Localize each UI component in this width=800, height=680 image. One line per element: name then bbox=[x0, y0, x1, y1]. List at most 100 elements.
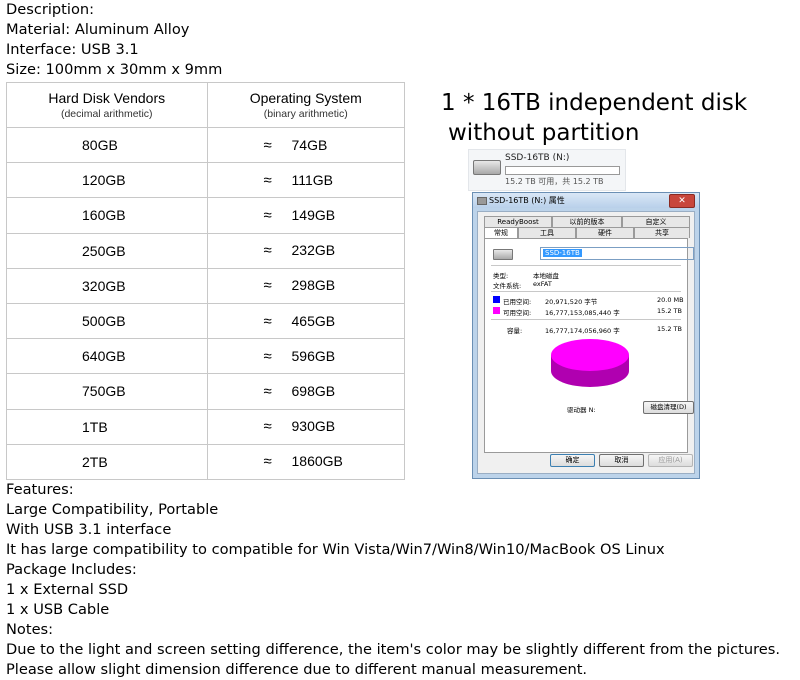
notes-line: Please allow slight dimension difference… bbox=[6, 661, 588, 678]
drive-tile[interactable]: SSD-16TB (N:) 15.2 TB 可用，共 15.2 TB bbox=[468, 149, 626, 191]
drive-tile-name: SSD-16TB (N:) bbox=[505, 153, 570, 163]
vendor-column-header: Hard Disk Vendors (decimal arithmetic) bbox=[6, 82, 208, 128]
disk-usage-pie bbox=[551, 339, 629, 387]
vendor-cell: 500GB bbox=[6, 302, 208, 340]
size-line: Size: 100mm x 30mm x 9mm bbox=[6, 61, 223, 78]
table-row: 80GB ≈74GB bbox=[6, 126, 406, 164]
os-cell: ≈74GB bbox=[206, 126, 406, 164]
description-heading: Description: bbox=[6, 1, 95, 18]
features-line: Large Compatibility, Portable bbox=[6, 501, 219, 518]
table-row: 160GB ≈149GB bbox=[6, 197, 406, 234]
drive-tile-free: 15.2 TB 可用，共 15.2 TB bbox=[505, 177, 604, 186]
capacity-label: 容量: bbox=[507, 327, 523, 335]
vendor-cell: 320GB bbox=[6, 267, 208, 304]
os-value: 149GB bbox=[291, 206, 336, 223]
table-row: 120GB ≈111GB bbox=[6, 162, 406, 199]
table-row: 750GB ≈698GB bbox=[6, 373, 406, 410]
vendor-cell: 120GB bbox=[6, 162, 208, 199]
os-value: 298GB bbox=[291, 277, 336, 294]
type-value: 本地磁盘 bbox=[533, 272, 559, 280]
os-cell: ≈298GB bbox=[206, 267, 406, 304]
vendor-cell: 2TB bbox=[6, 443, 208, 480]
approx-symbol: ≈ bbox=[263, 312, 272, 330]
approx-symbol: ≈ bbox=[263, 347, 272, 365]
os-cell: ≈465GB bbox=[206, 302, 406, 340]
headline-line2: without partition bbox=[448, 120, 640, 146]
divider bbox=[491, 291, 681, 292]
os-value: 698GB bbox=[291, 382, 336, 399]
features-heading: Features: bbox=[6, 481, 74, 498]
drive-title-icon bbox=[477, 197, 487, 205]
dialog-title: SSD-16TB (N:) 属性 bbox=[489, 196, 565, 205]
os-value: 465GB bbox=[291, 312, 336, 329]
free-space-bytes: 16,777,153,085,440 字 bbox=[545, 309, 620, 317]
drive-letter-label: 驱动器 N: bbox=[567, 406, 596, 414]
capacity-size: 15.2 TB bbox=[657, 325, 682, 333]
material-line: Material: Aluminum Alloy bbox=[6, 21, 190, 38]
general-panel: SSD-16TB 类型: 本地磁盘 文件系统: exFAT 已用空间: 20,9… bbox=[484, 238, 694, 453]
approx-symbol: ≈ bbox=[263, 171, 272, 189]
vendor-header-sub: (decimal arithmetic) bbox=[60, 108, 153, 120]
table-row: 640GB ≈596GB bbox=[6, 338, 406, 375]
package-item: 1 x USB Cable bbox=[6, 601, 110, 618]
table-row: 1TB ≈930GB bbox=[6, 408, 406, 445]
vendor-cell: 640GB bbox=[6, 338, 208, 375]
used-space-size: 20.0 MB bbox=[657, 296, 684, 304]
dialog-body: ReadyBoost 以前的版本 自定义 常规 工具 硬件 共享 SSD-16T… bbox=[477, 211, 695, 474]
close-button[interactable]: ✕ bbox=[669, 194, 695, 208]
disk-cleanup-button[interactable]: 磁盘清理(D) bbox=[643, 401, 694, 414]
approx-symbol: ≈ bbox=[263, 418, 272, 436]
cancel-button[interactable]: 取消 bbox=[599, 454, 644, 467]
tab-previous-versions[interactable]: 以前的版本 bbox=[552, 216, 622, 227]
used-space-bytes: 20,971,520 字节 bbox=[545, 298, 598, 306]
os-value: 930GB bbox=[291, 418, 336, 435]
features-line: With USB 3.1 interface bbox=[6, 521, 172, 538]
approx-symbol: ≈ bbox=[263, 242, 272, 260]
os-cell: ≈149GB bbox=[206, 197, 406, 234]
table-row: 500GB ≈465GB bbox=[6, 302, 406, 340]
free-space-size: 15.2 TB bbox=[657, 307, 682, 315]
tab-sharing[interactable]: 共享 bbox=[634, 227, 690, 238]
os-cell: ≈1860GB bbox=[206, 443, 406, 480]
tab-tools[interactable]: 工具 bbox=[518, 227, 576, 238]
vendor-cell: 160GB bbox=[6, 197, 208, 234]
os-cell: ≈596GB bbox=[206, 338, 406, 375]
os-cell: ≈232GB bbox=[206, 232, 406, 269]
pie-top bbox=[551, 339, 629, 371]
package-item: 1 x External SSD bbox=[6, 581, 129, 598]
divider bbox=[491, 319, 681, 320]
volume-name-input[interactable]: SSD-16TB bbox=[540, 247, 694, 260]
approx-symbol: ≈ bbox=[263, 382, 272, 400]
tab-customize[interactable]: 自定义 bbox=[622, 216, 690, 227]
tab-general[interactable]: 常规 bbox=[484, 227, 518, 238]
headline-line1: 1 * 16TB independent disk bbox=[441, 90, 748, 116]
notes-heading: Notes: bbox=[6, 621, 54, 638]
os-header-sub: (binary arithmetic) bbox=[263, 108, 348, 120]
free-space-swatch bbox=[493, 307, 500, 314]
tab-row-1: ReadyBoost 以前的版本 自定义 bbox=[484, 216, 690, 227]
ok-button[interactable]: 确定 bbox=[550, 454, 595, 467]
vendor-header-title: Hard Disk Vendors bbox=[48, 90, 166, 106]
used-space-swatch bbox=[493, 296, 500, 303]
capacity-bytes: 16,777,174,056,960 字 bbox=[545, 327, 620, 335]
volume-name-value: SSD-16TB bbox=[543, 249, 582, 257]
drive-usage-bar bbox=[505, 166, 620, 175]
approx-symbol: ≈ bbox=[263, 277, 272, 295]
approx-symbol: ≈ bbox=[263, 206, 272, 224]
tab-readyboost[interactable]: ReadyBoost bbox=[484, 216, 552, 227]
approx-symbol: ≈ bbox=[263, 453, 272, 471]
type-label: 类型: bbox=[493, 272, 509, 280]
dialog-titlebar[interactable]: SSD-16TB (N:) 属性 ✕ bbox=[473, 193, 699, 208]
vendor-cell: 1TB bbox=[6, 408, 208, 445]
table-row: 250GB ≈232GB bbox=[6, 232, 406, 269]
divider bbox=[491, 265, 681, 266]
filesystem-label: 文件系统: bbox=[493, 282, 522, 290]
approx-symbol: ≈ bbox=[263, 136, 272, 154]
tab-row-2: 常规 工具 硬件 共享 bbox=[484, 227, 690, 238]
tab-hardware[interactable]: 硬件 bbox=[576, 227, 634, 238]
apply-button[interactable]: 应用(A) bbox=[648, 454, 693, 467]
os-cell: ≈111GB bbox=[206, 162, 406, 199]
os-cell: ≈930GB bbox=[206, 408, 406, 445]
os-value: 1860GB bbox=[291, 453, 343, 470]
vendor-cell: 250GB bbox=[6, 232, 208, 269]
